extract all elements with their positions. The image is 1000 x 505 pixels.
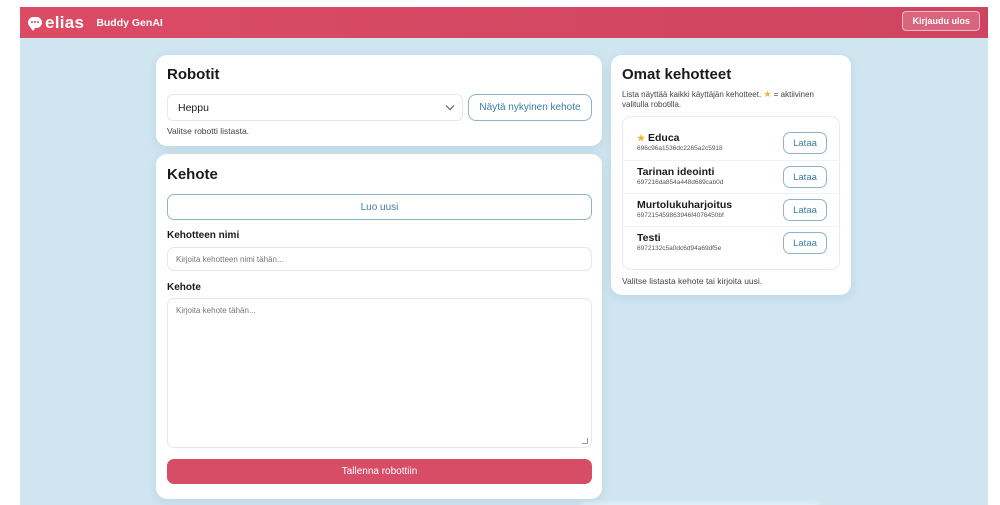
load-button[interactable]: Lataa [783, 199, 827, 221]
prompt-item-name: Tarinan ideointi [637, 166, 715, 178]
show-current-prompt-button[interactable]: Näytä nykyinen kehote [468, 94, 592, 121]
resize-handle-icon[interactable] [582, 438, 588, 444]
create-new-button[interactable]: Luo uusi [167, 194, 592, 220]
prompt-item-id: 697215459863946f4076450bf [637, 212, 724, 219]
prompt-title: Kehote [167, 166, 218, 183]
list-item: Tarinan ideointi 697216da854a448d689cab0… [623, 160, 841, 193]
robots-hint: Valitse robotti listasta. [167, 126, 250, 136]
prompt-item-name: Testi [637, 232, 661, 244]
list-item: ★ Educa 696c96a1536dc2265a2c5918 Lataa [623, 127, 841, 160]
prompt-name-input[interactable]: Kirjoita kehotteen nimi tähän... [167, 247, 592, 271]
logout-button[interactable]: Kirjaudu ulos [902, 11, 980, 31]
logo-text: elias [45, 12, 85, 32]
star-icon: ★ [637, 133, 646, 143]
load-button[interactable]: Lataa [783, 132, 827, 154]
logo[interactable]: elias [28, 13, 84, 33]
star-icon: ★ [763, 89, 772, 99]
load-button[interactable]: Lataa [783, 166, 827, 188]
prompt-text-placeholder: Kirjoita kehote tähän... [176, 306, 256, 315]
own-prompts-title: Omat kehotteet [622, 66, 732, 83]
app-name: Buddy GenAI [96, 16, 163, 29]
prompt-name-label: Kehotteen nimi [167, 230, 240, 241]
robots-card: Robotit Heppu Näytä nykyinen kehote Vali… [156, 55, 602, 146]
load-button[interactable]: Lataa [783, 232, 827, 254]
save-to-robot-button[interactable]: Tallenna robottiin [167, 459, 592, 484]
prompt-name-placeholder: Kirjoita kehotteen nimi tähän... [176, 254, 284, 264]
prompt-item-id: 697216da854a448d689cab0d [637, 179, 724, 186]
top-bar: elias Buddy GenAI Kirjaudu ulos [20, 7, 988, 38]
prompt-item-name: Murtolukuharjoitus [637, 199, 733, 211]
own-prompts-description: Lista näyttää kaikki käyttäjän kehotteet… [622, 89, 814, 109]
prompt-list: ★ Educa 696c96a1536dc2265a2c5918 Lataa T… [622, 116, 841, 270]
robot-select[interactable]: Heppu [167, 94, 463, 121]
robot-select-value: Heppu [178, 101, 209, 114]
prompt-item-id: 696c96a1536dc2265a2c5918 [637, 145, 723, 152]
prompt-item-id: 6972132c5a0dc6d94a69df5e [637, 245, 722, 252]
own-prompts-card: Omat kehotteet Lista näyttää kaikki käyt… [611, 55, 851, 295]
prompt-item-name: Educa [648, 132, 680, 144]
prompt-text-label: Kehote [167, 282, 201, 293]
list-item: Testi 6972132c5a0dc6d94a69df5e Lataa [623, 226, 841, 259]
own-prompts-hint: Valitse listasta kehote tai kirjoita uus… [622, 276, 763, 286]
chevron-down-icon [445, 101, 455, 111]
prompt-textarea[interactable]: Kirjoita kehote tähän... [167, 298, 592, 448]
prompt-card: Kehote Luo uusi Kehotteen nimi Kirjoita … [156, 154, 602, 499]
chat-bubble-icon [28, 17, 42, 31]
list-item: Murtolukuharjoitus 697215459863946f40764… [623, 193, 841, 226]
robots-title: Robotit [167, 66, 220, 83]
app-window: elias Buddy GenAI Kirjaudu ulos Robotit … [20, 7, 988, 505]
